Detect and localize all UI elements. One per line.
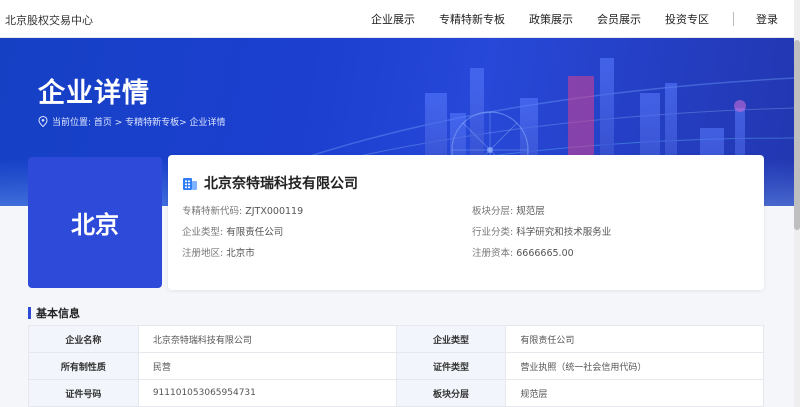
page-scrollbar[interactable] — [794, 0, 800, 407]
table-value: 营业执照（统一社会信用代码） — [505, 352, 764, 380]
table-label: 证件类型 — [395, 352, 507, 380]
field-board-tier: 板块分层: 规范层 — [472, 206, 545, 217]
company-logo-tile: 北京 — [28, 157, 162, 288]
scrollbar-thumb[interactable] — [794, 40, 800, 230]
nav-member-showcase[interactable]: 会员展示 — [597, 11, 641, 27]
nav-policy-showcase[interactable]: 政策展示 — [529, 11, 573, 27]
site-brand[interactable]: 北京股权交易中心 — [5, 12, 93, 28]
table-value: 规范层 — [505, 379, 764, 407]
table-row: 所有制性质 民营 证件类型 营业执照（统一社会信用代码） — [28, 352, 764, 380]
company-logo-text: 北京 — [71, 211, 119, 239]
nav-specialized-board[interactable]: 专精特新专板 — [439, 11, 505, 27]
company-name: 北京奈特瑞科技有限公司 — [204, 176, 358, 192]
table-label: 企业类型 — [395, 325, 507, 353]
table-value: 911101053065954731 — [137, 379, 397, 407]
nav-divider — [733, 12, 734, 26]
table-value: 北京奈特瑞科技有限公司 — [137, 325, 397, 353]
field-capital: 注册资本: 6666665.00 — [472, 248, 574, 259]
section-accent-bar — [28, 307, 31, 319]
field-company-type: 企业类型: 有限责任公司 — [182, 227, 284, 238]
table-label: 板块分层 — [395, 379, 507, 407]
field-industry: 行业分类: 科学研究和技术服务业 — [472, 227, 612, 238]
basic-info-table: 企业名称 北京奈特瑞科技有限公司 企业类型 有限责任公司 所有制性质 民营 证件… — [28, 325, 764, 407]
table-label: 企业名称 — [28, 325, 139, 353]
nav-investment-zone[interactable]: 投资专区 — [665, 11, 709, 27]
table-value: 民营 — [137, 352, 397, 380]
breadcrumb-text[interactable]: 当前位置: 首页 > 专精特新专板> 企业详情 — [52, 115, 226, 128]
company-info-card: 北京奈特瑞科技有限公司 专精特新代码: ZJTX000119 板块分层: 规范层… — [168, 155, 764, 290]
breadcrumb: 当前位置: 首页 > 专精特新专板> 企业详情 — [38, 115, 226, 128]
table-row: 企业名称 北京奈特瑞科技有限公司 企业类型 有限责任公司 — [28, 325, 764, 353]
basic-info-heading: 基本信息 — [28, 305, 80, 321]
nav-enterprise-showcase[interactable]: 企业展示 — [371, 11, 415, 27]
table-value: 有限责任公司 — [505, 325, 764, 353]
company-name-row: 北京奈特瑞科技有限公司 — [182, 173, 358, 193]
table-label: 所有制性质 — [28, 352, 139, 380]
table-row: 证件号码 911101053065954731 板块分层 规范层 — [28, 379, 764, 407]
main-nav: 企业展示 专精特新专板 政策展示 会员展示 投资专区 登录 — [371, 0, 795, 38]
location-pin-icon — [38, 116, 48, 127]
top-navigation-bar: 北京股权交易中心 企业展示 专精特新专板 政策展示 会员展示 投资专区 登录 — [0, 0, 795, 38]
field-specialized-code: 专精特新代码: ZJTX000119 — [182, 206, 304, 217]
field-region: 注册地区: 北京市 — [182, 248, 255, 259]
building-icon — [183, 178, 197, 190]
page-title: 企业详情 — [38, 78, 150, 109]
login-link[interactable]: 登录 — [756, 11, 778, 27]
table-label: 证件号码 — [28, 379, 139, 407]
